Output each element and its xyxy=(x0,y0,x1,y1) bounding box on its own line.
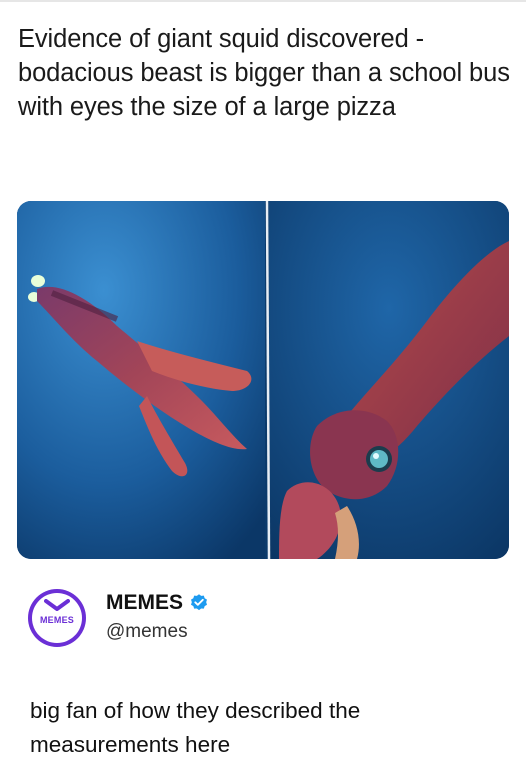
headline-text: Evidence of giant squid discovered - bod… xyxy=(18,25,510,121)
memes-logo-icon xyxy=(44,599,70,611)
top-divider xyxy=(0,0,526,2)
avatar[interactable]: MEMES xyxy=(28,589,86,647)
display-name[interactable]: MEMES xyxy=(106,591,183,615)
verified-badge-icon xyxy=(191,594,208,611)
photo-divider xyxy=(265,201,271,559)
media-image[interactable] xyxy=(17,201,509,559)
post-text: big fan of how they described the measur… xyxy=(30,698,361,757)
post-author[interactable]: MEMES MEMES @memes xyxy=(28,589,508,649)
user-handle[interactable]: @memes xyxy=(106,621,188,643)
avatar-brand-text: MEMES xyxy=(39,615,74,625)
squid-photos xyxy=(17,201,509,559)
author-name-row: MEMES xyxy=(106,591,209,615)
